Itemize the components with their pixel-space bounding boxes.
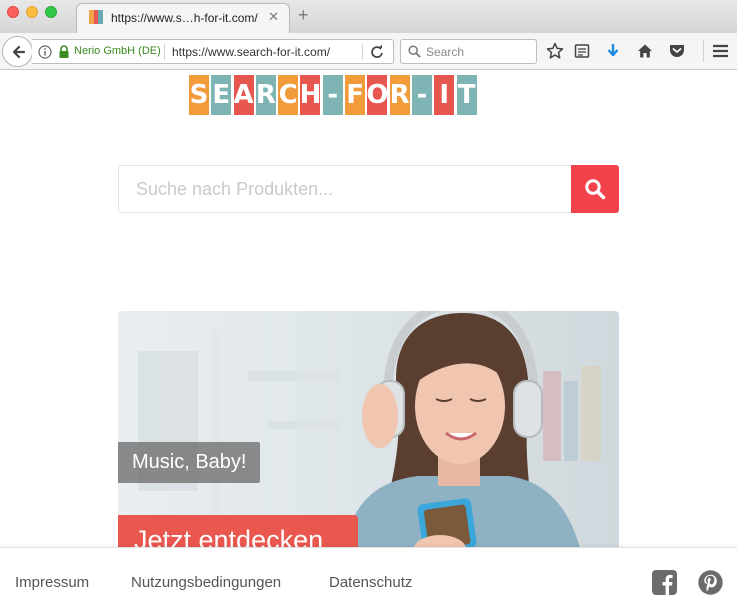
footer-link-terms[interactable]: Nutzungsbedingungen <box>131 574 281 591</box>
logo-letter-tile: F <box>345 75 366 115</box>
browser-search-bar[interactable] <box>400 39 537 64</box>
search-icon <box>585 179 606 200</box>
reload-icon[interactable] <box>368 43 386 61</box>
navigation-toolbar: Nerio GmbH (DE) https://www.search-for-i… <box>0 33 737 70</box>
logo-letter-tile: T <box>456 75 477 115</box>
site-identity-label: Nerio GmbH (DE) <box>74 45 161 57</box>
logo-letter-tile: H <box>300 75 321 115</box>
logo-letter-tile: - <box>322 75 343 115</box>
site-logo[interactable]: SEARCH-FOR-IT <box>189 75 479 115</box>
window-titlebar: https://www.s…h-for-it.com/ ✕ + <box>0 0 737 33</box>
url-divider <box>362 44 363 60</box>
url-text[interactable]: https://www.search-for-it.com/ <box>172 45 362 59</box>
info-icon[interactable] <box>38 45 52 59</box>
url-divider <box>164 44 165 60</box>
zoom-window-button[interactable] <box>45 6 57 18</box>
logo-letter-tile: R <box>390 75 410 115</box>
new-tab-button[interactable]: + <box>298 6 309 24</box>
back-button[interactable] <box>2 36 33 67</box>
logo-letter-tile: C <box>278 75 299 115</box>
logo-letter-tile: - <box>411 75 432 115</box>
lock-icon <box>59 45 69 58</box>
close-window-button[interactable] <box>7 6 19 18</box>
product-search-input[interactable] <box>119 166 571 212</box>
toolbar-divider <box>703 40 704 62</box>
logo-letter-tile: E <box>211 75 232 115</box>
back-arrow-icon <box>12 45 25 58</box>
logo-letter-tile: A <box>234 75 254 115</box>
minimize-window-button[interactable] <box>26 6 38 18</box>
search-submit-button[interactable] <box>571 165 619 213</box>
downloads-icon[interactable] <box>604 42 622 60</box>
logo-letter-tile: O <box>366 75 388 115</box>
logo-letter-tile: R <box>256 75 276 115</box>
tab-title: https://www.s…h-for-it.com/ <box>111 11 258 25</box>
discover-now-button[interactable]: Jetzt entdecken <box>118 515 358 547</box>
url-bar[interactable]: Nerio GmbH (DE) https://www.search-for-i… <box>32 39 394 64</box>
page-content: SEARCH-FOR-IT Suche nach Produkten... Mu… <box>0 71 737 547</box>
facebook-icon[interactable] <box>652 570 677 595</box>
pinterest-icon[interactable] <box>698 570 723 595</box>
reading-list-icon[interactable] <box>573 42 591 60</box>
pocket-icon[interactable] <box>668 42 686 60</box>
logo-letter-tile: S <box>189 75 209 115</box>
tab-close-icon[interactable]: ✕ <box>268 9 279 25</box>
product-search-field[interactable] <box>118 165 571 213</box>
browser-tab[interactable]: https://www.s…h-for-it.com/ ✕ <box>76 3 290 33</box>
footer-link-impressum[interactable]: Impressum <box>15 574 89 591</box>
site-favicon-icon <box>89 10 104 24</box>
bookmark-star-icon[interactable] <box>546 42 564 60</box>
page-footer: Impressum Nutzungsbedingungen Datenschut… <box>0 547 737 610</box>
browser-search-input[interactable] <box>426 43 531 60</box>
footer-link-privacy[interactable]: Datenschutz <box>329 574 412 591</box>
logo-letter-tile: I <box>434 75 455 115</box>
hero-caption: Music, Baby! <box>118 442 261 483</box>
home-icon[interactable] <box>636 42 654 60</box>
search-icon <box>408 45 421 58</box>
hero-woman-headphones-image <box>138 311 601 547</box>
hero-banner[interactable]: Music, Baby! Jetzt entdecken <box>118 311 619 547</box>
hamburger-menu-icon[interactable] <box>711 42 729 60</box>
